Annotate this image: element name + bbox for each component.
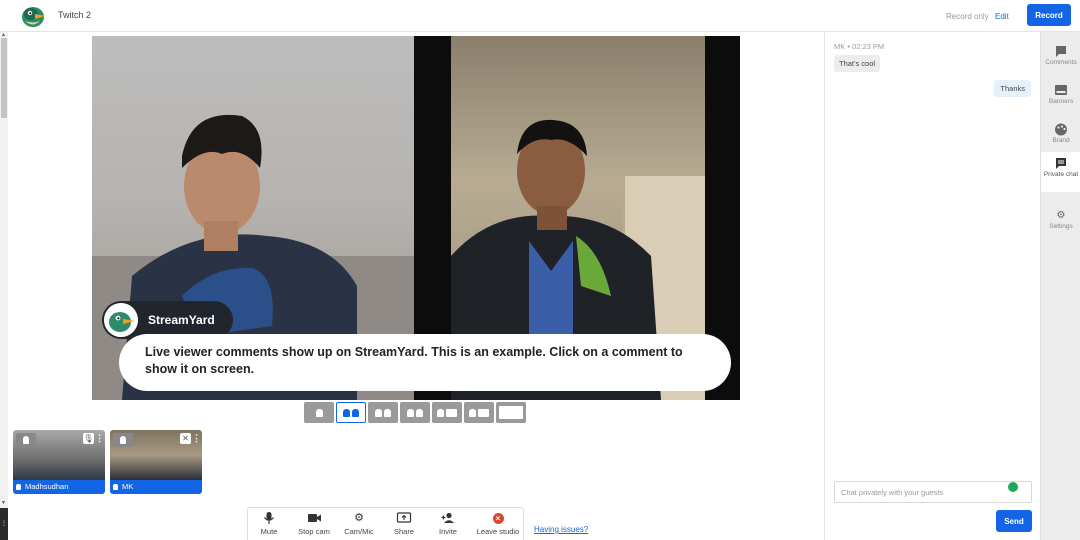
layout-picker bbox=[304, 402, 526, 423]
banner-icon bbox=[1055, 85, 1067, 95]
chat-message-meta: MK • 02:23 PM bbox=[834, 42, 885, 51]
participant-name-label: Madhsudhan bbox=[13, 480, 105, 494]
participant-tile[interactable]: ✕ ⋮ MK bbox=[110, 430, 202, 494]
more-options-icon[interactable]: ⋮ bbox=[192, 433, 201, 444]
studio-toolbar: Mute Stop cam ⚙ Cam/Mic Share Invite × L… bbox=[247, 507, 524, 540]
screen-icon bbox=[499, 406, 523, 419]
screen-share-icon bbox=[396, 512, 412, 523]
having-issues-link[interactable]: Having issues? bbox=[534, 525, 588, 534]
streamyard-logo[interactable] bbox=[20, 4, 46, 28]
invite-button[interactable]: Invite bbox=[427, 511, 469, 536]
record-button[interactable]: Record bbox=[1027, 4, 1071, 26]
rail-banners[interactable]: Banners bbox=[1041, 79, 1080, 111]
layout-thin-button[interactable] bbox=[368, 402, 398, 423]
stop-cam-button[interactable]: Stop cam bbox=[293, 511, 335, 536]
chat-time: 02:23 PM bbox=[852, 42, 885, 51]
microphone-muted-icon[interactable]: ✕ bbox=[180, 433, 191, 444]
grammar-check-icon[interactable] bbox=[1008, 482, 1018, 492]
share-button[interactable]: Share bbox=[383, 511, 425, 536]
rail-brand[interactable]: Brand bbox=[1041, 118, 1080, 150]
participant-name: Madhsudhan bbox=[25, 482, 69, 491]
top-bar: Twitch 2 Record only Edit Record bbox=[0, 0, 1080, 32]
layout-side-by-side-button[interactable] bbox=[336, 402, 366, 423]
layout-solo-button[interactable] bbox=[304, 402, 334, 423]
camera-icon bbox=[308, 514, 321, 522]
person-icon bbox=[375, 408, 382, 417]
person-icon bbox=[343, 408, 350, 417]
palette-icon bbox=[1055, 123, 1067, 136]
rail-comments[interactable]: Comments bbox=[1041, 40, 1080, 72]
settings-icon: ⚙ bbox=[1056, 210, 1066, 221]
chat-input[interactable] bbox=[834, 481, 1032, 503]
streamyard-avatar bbox=[104, 303, 138, 337]
private-chat-panel: MK • 02:23 PM That's cool Thanks Send bbox=[824, 32, 1040, 540]
person-icon bbox=[437, 408, 444, 417]
rail-settings[interactable]: ⚙ Settings bbox=[1041, 204, 1080, 236]
broadcast-title: Twitch 2 bbox=[58, 10, 92, 20]
mute-button[interactable]: Mute bbox=[248, 511, 290, 536]
chat-icon bbox=[1056, 158, 1066, 169]
on-screen-comment[interactable]: Live viewer comments show up on StreamYa… bbox=[119, 334, 731, 391]
leave-studio-button[interactable]: × Leave studio bbox=[474, 511, 522, 536]
cam-mic-settings-button[interactable]: ⚙ Cam/Mic bbox=[338, 511, 380, 536]
chat-message: That's cool bbox=[834, 55, 881, 72]
side-tab[interactable]: ⋮ bbox=[0, 508, 8, 540]
person-icon bbox=[384, 408, 391, 417]
chat-message-own: Thanks bbox=[994, 80, 1031, 97]
participant-name-label: MK bbox=[110, 480, 202, 494]
comment-icon bbox=[1056, 46, 1066, 57]
layout-pip-button[interactable] bbox=[464, 402, 494, 423]
page-scrollbar[interactable]: ▲ ▼ bbox=[0, 32, 8, 508]
broadcast-stage: StreamYard Live viewer comments show up … bbox=[92, 36, 740, 400]
person-icon bbox=[352, 408, 359, 417]
add-to-stage-icon[interactable] bbox=[113, 433, 133, 447]
participant-name: MK bbox=[122, 482, 134, 491]
person-icon bbox=[469, 408, 476, 417]
participant-tile[interactable]: 🎙 ⋮ Madhsudhan bbox=[13, 430, 105, 494]
leave-icon: × bbox=[492, 513, 504, 524]
more-options-icon[interactable]: ⋮ bbox=[95, 433, 104, 444]
microphone-icon[interactable]: 🎙 bbox=[83, 433, 94, 444]
scroll-thumb[interactable] bbox=[1, 38, 7, 118]
layout-group-button[interactable] bbox=[400, 402, 430, 423]
send-button[interactable]: Send bbox=[996, 510, 1032, 532]
edit-destination-link[interactable]: Edit bbox=[995, 12, 1009, 21]
right-rail: Comments Banners Brand Private chat ⚙ Se… bbox=[1040, 32, 1080, 540]
person-icon bbox=[113, 484, 118, 490]
scroll-down-arrow-icon[interactable]: ▼ bbox=[1, 500, 6, 506]
person-icon bbox=[416, 408, 423, 417]
add-to-stage-icon[interactable] bbox=[16, 433, 36, 447]
person-icon bbox=[315, 408, 323, 417]
gear-icon: ⚙ bbox=[354, 512, 364, 524]
person-icon bbox=[16, 484, 21, 490]
chat-sender: MK bbox=[834, 42, 846, 51]
layout-share-button[interactable] bbox=[432, 402, 462, 423]
layout-fullscreen-button[interactable] bbox=[496, 402, 526, 423]
microphone-icon bbox=[264, 512, 274, 524]
screen-icon bbox=[446, 408, 457, 417]
screen-icon bbox=[478, 408, 489, 417]
invite-icon bbox=[441, 512, 454, 523]
record-mode-label: Record only bbox=[946, 12, 989, 21]
banner-name: StreamYard bbox=[148, 313, 215, 327]
rail-private-chat[interactable]: Private chat bbox=[1041, 152, 1080, 192]
person-icon bbox=[407, 408, 414, 417]
